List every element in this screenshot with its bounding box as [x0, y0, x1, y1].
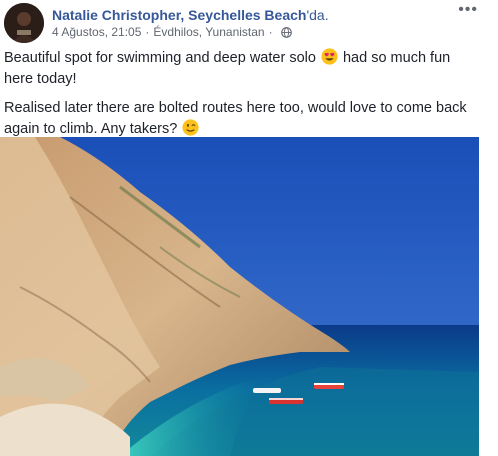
- post-date[interactable]: 4 Ağustos, 21:05: [52, 25, 141, 40]
- more-options-button[interactable]: •••: [458, 2, 478, 18]
- avatar[interactable]: [4, 3, 44, 43]
- globe-icon[interactable]: [280, 27, 292, 38]
- author-name[interactable]: Natalie Christopher: [52, 7, 180, 23]
- post-meta: 4 Ağustos, 21:05 · Évdhilos, Yunanistan …: [52, 25, 292, 40]
- post-photo[interactable]: [0, 137, 479, 456]
- post-header: Natalie Christopher, Seychelles Beach'da…: [52, 6, 329, 24]
- location-link[interactable]: Seychelles Beach: [188, 7, 306, 23]
- post-paragraph-2: Realised later there are bolted routes h…: [4, 98, 482, 140]
- winking-emoji-icon: [182, 119, 199, 136]
- meta-dot-2: ·: [268, 25, 273, 39]
- header-separator: ,: [180, 7, 185, 23]
- facebook-post: Natalie Christopher, Seychelles Beach'da…: [0, 0, 498, 456]
- post-paragraph-1: Beautiful spot for swimming and deep wat…: [4, 48, 482, 90]
- location-suffix: 'da.: [306, 7, 329, 23]
- meta-dot: ·: [145, 25, 150, 39]
- heart-eyes-emoji-icon: [321, 48, 338, 65]
- post-text-part-1: Beautiful spot for swimming and deep wat…: [4, 50, 316, 66]
- post-text: Beautiful spot for swimming and deep wat…: [4, 48, 482, 148]
- post-text-part-3: Realised later there are bolted routes h…: [4, 100, 467, 137]
- post-place[interactable]: Évdhilos, Yunanistan: [153, 25, 264, 40]
